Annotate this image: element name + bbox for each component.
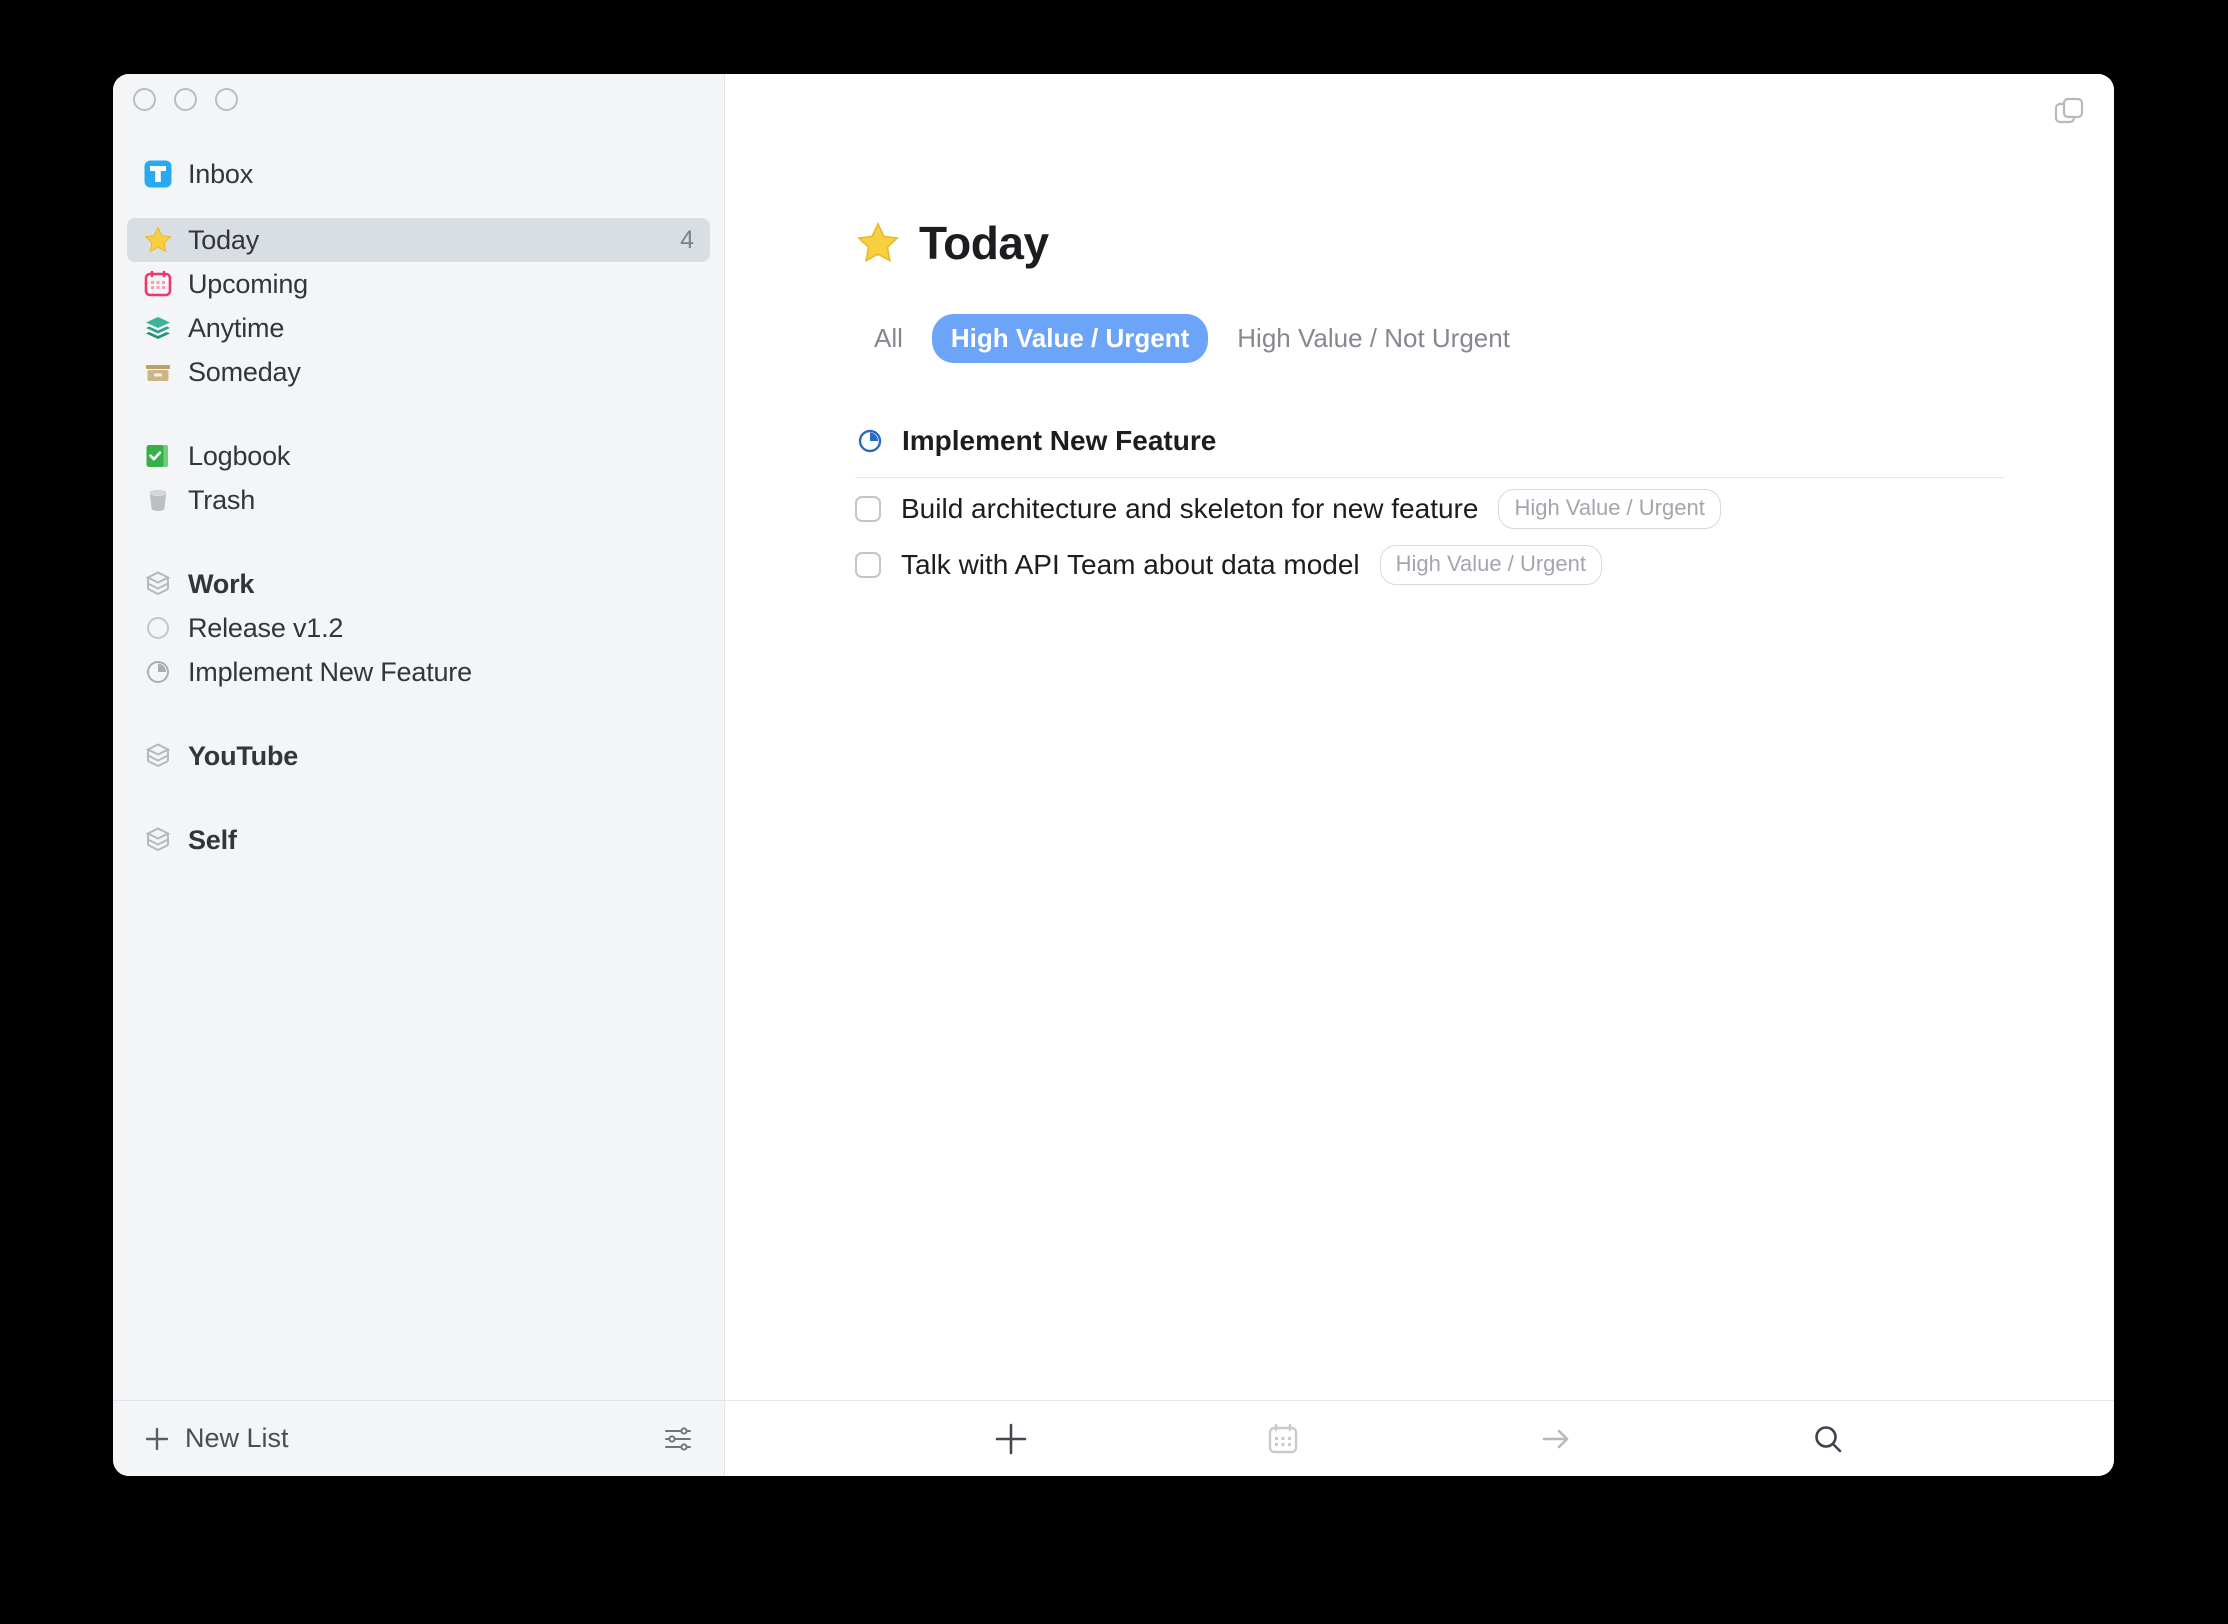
layers-icon <box>146 317 170 339</box>
sidebar-item-youtube[interactable]: YouTube <box>127 734 710 778</box>
zoom-button[interactable] <box>215 88 238 111</box>
project-circle-progress-icon <box>858 429 882 453</box>
filter-high-value-urgent[interactable]: High Value / Urgent <box>931 314 1209 363</box>
sidebar: Inbox Today 4 Upcoming Anytime Someday L… <box>113 74 725 1476</box>
new-list-button[interactable]: New List <box>143 1423 289 1454</box>
inbox-icon <box>144 160 172 188</box>
sidebar-item-inbox[interactable]: Inbox <box>127 152 710 196</box>
task-row[interactable]: Build architecture and skeleton for new … <box>855 478 2005 534</box>
sidebar-item-label: Release v1.2 <box>188 612 344 643</box>
minimize-button[interactable] <box>174 88 197 111</box>
sidebar-item-label: Someday <box>188 356 301 387</box>
sidebar-item-upcoming[interactable]: Upcoming <box>127 262 710 306</box>
task-title: Talk with API Team about data model <box>901 549 1360 580</box>
sidebar-item-label: Today <box>188 224 260 255</box>
archive-box-icon <box>146 365 170 381</box>
sidebar-item-implement-new-feature[interactable]: Implement New Feature <box>127 650 710 694</box>
sidebar-item-label: Logbook <box>188 440 291 471</box>
app-window: Inbox Today 4 Upcoming Anytime Someday L… <box>113 74 2114 1476</box>
area-icon <box>145 571 171 595</box>
sidebar-item-trash[interactable]: Trash <box>127 478 710 522</box>
sliders-icon[interactable] <box>662 1423 694 1455</box>
sidebar-item-release-v12[interactable]: Release v1.2 <box>127 606 710 650</box>
sidebar-item-label: Upcoming <box>188 268 308 299</box>
trash-icon <box>149 489 167 511</box>
project-circle-progress-icon <box>147 661 169 683</box>
task-checkbox[interactable] <box>855 496 881 522</box>
task-tag: High Value / Urgent <box>1498 489 1721 529</box>
sidebar-item-today[interactable]: Today 4 <box>127 218 710 262</box>
arrow-right-icon[interactable] <box>1537 1420 1575 1458</box>
task-row[interactable]: Talk with API Team about data model High… <box>855 534 2005 590</box>
task-group-title: Implement New Feature <box>902 425 1217 456</box>
page-title-text: Today <box>919 217 1049 269</box>
sidebar-item-label: Implement New Feature <box>188 656 472 687</box>
plus-icon[interactable] <box>992 1420 1030 1458</box>
task-tag: High Value / Urgent <box>1379 545 1603 585</box>
new-list-label: New List <box>185 1423 289 1453</box>
task-group: Implement New Feature Build architecture… <box>855 425 2005 590</box>
close-button[interactable] <box>133 88 156 111</box>
calendar-icon <box>144 270 172 297</box>
sidebar-item-work[interactable]: Work <box>127 562 710 606</box>
traffic-lights <box>133 88 238 111</box>
sidebar-item-label: YouTube <box>188 740 299 771</box>
filter-all[interactable]: All <box>855 314 922 363</box>
task-group-header[interactable]: Implement New Feature <box>855 425 2005 478</box>
calendar-icon[interactable] <box>1264 1420 1302 1458</box>
sidebar-item-label: Self <box>188 824 237 855</box>
task-checkbox[interactable] <box>855 552 881 578</box>
sidebar-item-label: Work <box>188 568 255 599</box>
sidebar-item-anytime[interactable]: Anytime <box>127 306 710 350</box>
sidebar-item-logbook[interactable]: Logbook <box>127 434 710 478</box>
page-title: Today <box>855 216 2114 270</box>
sidebar-item-label: Inbox <box>188 158 254 189</box>
project-circle-empty-icon <box>147 617 169 639</box>
bottom-toolbar <box>725 1400 2114 1476</box>
area-icon <box>145 743 171 767</box>
logbook-icon <box>146 445 168 467</box>
sidebar-item-badge: 4 <box>680 225 694 254</box>
star-icon <box>857 222 899 263</box>
sidebar-item-label: Anytime <box>188 312 285 343</box>
sidebar-footer: New List <box>113 1400 724 1476</box>
filter-high-value-not-urgent[interactable]: High Value / Not Urgent <box>1218 314 1529 363</box>
sidebar-item-self[interactable]: Self <box>127 818 710 862</box>
star-icon <box>144 226 172 253</box>
duplicate-window-icon[interactable] <box>2052 96 2086 130</box>
tag-filter-bar: All High Value / Urgent High Value / Not… <box>855 314 2114 363</box>
main-content: Today All High Value / Urgent High Value… <box>725 74 2114 1476</box>
task-title: Build architecture and skeleton for new … <box>901 493 1479 524</box>
plus-icon <box>145 1427 169 1450</box>
search-icon[interactable] <box>1809 1420 1847 1458</box>
sidebar-list: Inbox Today 4 Upcoming Anytime Someday L… <box>113 152 724 862</box>
area-icon <box>145 827 171 851</box>
sidebar-item-someday[interactable]: Someday <box>127 350 710 394</box>
sidebar-item-label: Trash <box>188 484 256 515</box>
